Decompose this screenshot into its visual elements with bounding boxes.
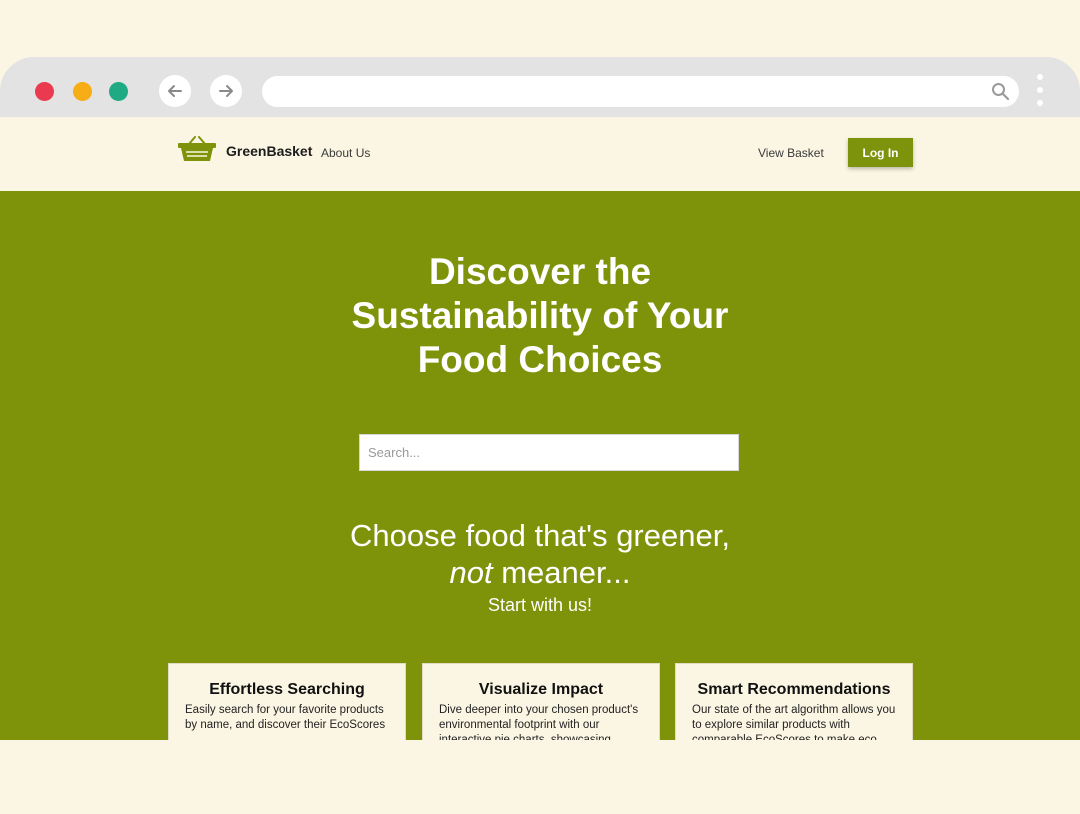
browser-toolbar <box>0 57 1080 117</box>
feature-title: Visualize Impact <box>478 681 604 698</box>
view-basket-link[interactable]: View Basket <box>758 146 824 160</box>
feature-title: Effortless Searching <box>209 681 365 698</box>
hero-title-line: Sustainability of Your <box>351 295 729 336</box>
feature-text: Our state of the art algorithm allows yo… <box>692 704 896 740</box>
forward-button[interactable] <box>210 75 242 107</box>
site-header: GreenBasket About Us View Basket Log In <box>0 117 1080 191</box>
feature-title: Smart Recommendations <box>697 681 891 698</box>
tagline-line: not meaner... <box>0 554 1080 591</box>
browser-window: GreenBasket About Us View Basket Log In … <box>0 57 1080 740</box>
web-page: GreenBasket About Us View Basket Log In … <box>0 117 1080 740</box>
tagline-rest: meaner... <box>492 555 631 590</box>
arrow-right-icon <box>219 85 233 97</box>
arrow-left-icon <box>168 85 182 97</box>
feature-text: Dive deeper into your chosen product's e… <box>439 704 639 740</box>
tagline: Choose food that's greener, not meaner..… <box>0 517 1080 591</box>
hero-section: Discover the Sustainability of Your Food… <box>0 191 1080 740</box>
minimize-window-button[interactable] <box>73 82 92 101</box>
feature-card: Visualize Impact Dive deeper into your c… <box>422 663 660 740</box>
hero-title: Discover the Sustainability of Your Food… <box>0 250 1080 382</box>
kebab-menu-icon[interactable] <box>1036 74 1044 112</box>
feature-text: Easily search for your favorite products… <box>185 704 386 731</box>
brand-name[interactable]: GreenBasket <box>226 143 312 159</box>
hero-title-line: Food Choices <box>417 339 663 380</box>
basket-icon[interactable] <box>178 136 216 162</box>
search-input[interactable] <box>359 434 739 471</box>
about-us-link[interactable]: About Us <box>321 146 370 160</box>
maximize-window-button[interactable] <box>109 82 128 101</box>
feature-card: Smart Recommendations Our state of the a… <box>675 663 913 740</box>
hero-title-line: Discover the <box>428 251 652 292</box>
feature-card: Effortless Searching Easily search for y… <box>168 663 406 740</box>
start-text: Start with us! <box>487 595 593 615</box>
back-button[interactable] <box>159 75 191 107</box>
search-icon[interactable] <box>991 82 1010 101</box>
login-button[interactable]: Log In <box>848 138 913 167</box>
close-window-button[interactable] <box>35 82 54 101</box>
address-bar[interactable] <box>262 76 1019 107</box>
tagline-emphasis: not <box>449 555 493 590</box>
tagline-line: Choose food that's greener, <box>350 518 730 553</box>
